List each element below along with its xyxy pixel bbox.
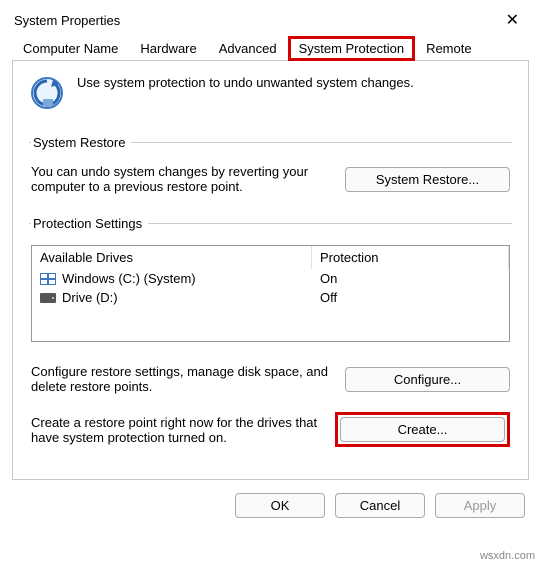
drive-name: Windows (C:) (System) [62,271,196,286]
system-restore-desc: You can undo system changes by reverting… [31,164,331,194]
table-empty-area [32,307,509,341]
tab-hardware[interactable]: Hardware [129,36,207,61]
window-title: System Properties [14,13,120,28]
system-restore-legend: System Restore [31,135,131,150]
configure-row: Configure restore settings, manage disk … [31,364,510,394]
protection-settings-legend: Protection Settings [31,216,148,231]
system-protection-icon [29,75,65,111]
create-desc: Create a restore point right now for the… [31,415,321,445]
tab-system-protection[interactable]: System Protection [288,36,416,61]
tab-panel: Use system protection to undo unwanted s… [12,60,529,480]
hard-drive-icon [40,292,56,304]
close-icon[interactable]: ✕ [498,10,527,30]
create-button[interactable]: Create... [340,417,505,442]
ok-button[interactable]: OK [235,493,325,518]
dialog-buttons: OK Cancel Apply [0,481,541,530]
drive-name: Drive (D:) [62,290,118,305]
intro-text: Use system protection to undo unwanted s… [77,75,414,90]
configure-desc: Configure restore settings, manage disk … [31,364,331,394]
table-row[interactable]: Drive (D:) Off [32,288,509,307]
tab-remote[interactable]: Remote [415,36,483,61]
create-row: Create a restore point right now for the… [31,412,510,447]
tab-computer-name[interactable]: Computer Name [12,36,129,61]
system-restore-group: System Restore You can undo system chang… [29,135,512,194]
configure-button[interactable]: Configure... [345,367,510,392]
apply-button[interactable]: Apply [435,493,525,518]
intro-row: Use system protection to undo unwanted s… [29,75,512,111]
drive-protection: On [320,271,501,286]
tab-advanced[interactable]: Advanced [208,36,288,61]
tab-strip: Computer Name Hardware Advanced System P… [0,36,541,61]
table-row[interactable]: Windows (C:) (System) On [32,269,509,288]
system-restore-button[interactable]: System Restore... [345,167,510,192]
system-properties-window: System Properties ✕ Computer Name Hardwa… [0,0,541,564]
titlebar: System Properties ✕ [0,0,541,36]
drives-table: Available Drives Protection Windows (C:)… [31,245,510,342]
col-available-drives[interactable]: Available Drives [32,246,312,269]
watermark: wsxdn.com [480,550,535,562]
windows-drive-icon [40,273,56,285]
table-header: Available Drives Protection [32,246,509,269]
col-protection[interactable]: Protection [312,246,509,269]
drive-protection: Off [320,290,501,305]
cancel-button[interactable]: Cancel [335,493,425,518]
create-button-highlight: Create... [335,412,510,447]
protection-settings-group: Protection Settings Available Drives Pro… [29,216,512,447]
